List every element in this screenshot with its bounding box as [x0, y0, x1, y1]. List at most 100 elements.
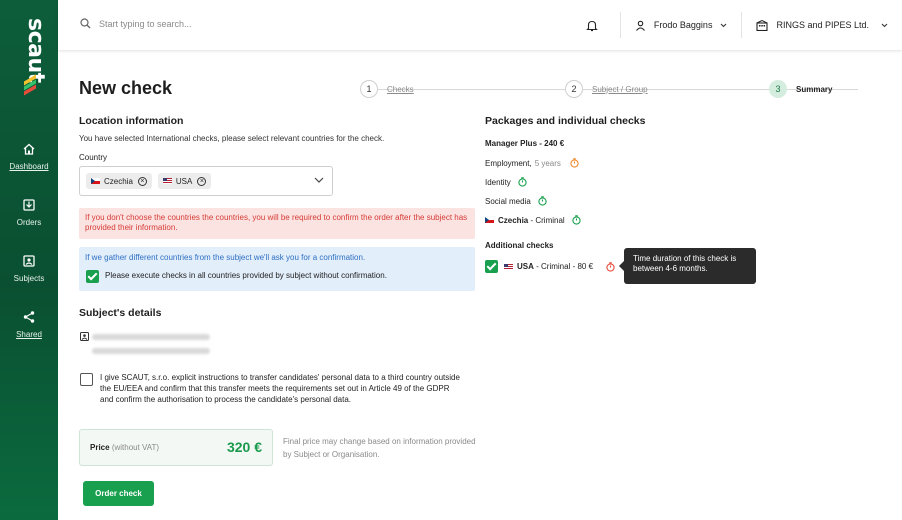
package-item-employment: Employment, 5 years	[485, 158, 579, 168]
additional-heading: Additional checks	[485, 241, 554, 250]
additional-item-usa: USA - Criminal - 80 €	[485, 260, 615, 273]
subject-heading: Subject's details	[79, 307, 162, 319]
top-right-controls: Frodo Baggins RINGS and PIPES Ltd.	[572, 0, 902, 50]
subjects-icon	[23, 255, 35, 267]
chip-label: USA	[175, 176, 193, 186]
gdpr-consent-checkbox[interactable]	[80, 373, 93, 386]
share-icon	[23, 311, 35, 323]
user-name: Frodo Baggins	[653, 20, 713, 30]
item-suffix: - Criminal - 80 €	[536, 262, 594, 271]
chevron-down-icon	[881, 23, 888, 27]
czech-flag-icon	[485, 217, 494, 223]
sidebar-item-shared[interactable]: Shared	[0, 310, 58, 339]
item-label: Social media	[485, 196, 531, 206]
search-input[interactable]: Start typing to search...	[99, 19, 192, 29]
duration-tooltip: Time duration of this check is between 4…	[619, 248, 756, 284]
step-number: 3	[769, 80, 787, 98]
confirm-checkbox[interactable]	[86, 270, 99, 283]
confirm-label: Please execute checks in all countries p…	[105, 271, 387, 280]
chevron-down-icon[interactable]	[314, 177, 324, 184]
price-value: 320 €	[226, 439, 262, 455]
package-item-czechia-criminal: Czechia - Criminal	[485, 215, 581, 225]
price-note: Final price may change based on informat…	[283, 437, 476, 459]
sidebar: scaut Dashboard Orders Subjects Shared	[0, 0, 58, 520]
timer-icon	[570, 158, 579, 168]
country-select[interactable]: Czechia × USA ×	[79, 166, 333, 196]
step-summary[interactable]: 3 Summary	[769, 80, 832, 98]
item-label: Identity	[485, 177, 511, 187]
item-suffix: - Criminal	[530, 215, 565, 225]
order-check-button[interactable]: Order check	[83, 481, 154, 506]
item-extra: 5 years	[534, 158, 561, 168]
location-heading: Location information	[79, 115, 184, 127]
timer-icon[interactable]	[606, 261, 615, 272]
step-number: 1	[360, 80, 378, 98]
orders-icon	[23, 199, 35, 211]
gdpr-consent-text: I give SCAUT, s.r.o. explicit instructio…	[100, 373, 460, 404]
id-card-icon	[80, 332, 89, 341]
step-number: 2	[565, 80, 583, 98]
sidebar-item-dashboard[interactable]: Dashboard	[0, 142, 58, 171]
info-text: If we gather different countries from th…	[85, 253, 366, 262]
step-subject-group[interactable]: 2 Subject / Group	[565, 80, 648, 98]
top-bar: Start typing to search... Frodo Baggins …	[58, 0, 902, 50]
location-intro: You have selected International checks, …	[79, 134, 385, 143]
package-item-identity: Identity	[485, 177, 527, 187]
sidebar-item-label: Dashboard	[9, 162, 49, 171]
packages-heading: Packages and individual checks	[485, 115, 646, 127]
usa-flag-icon	[162, 178, 172, 184]
price-label-suffix: (without VAT)	[111, 443, 160, 452]
step-label: Subject / Group	[592, 84, 648, 94]
price-box: Price (without VAT) 320 €	[79, 429, 273, 466]
country-label: Country	[79, 153, 108, 162]
country-chip-czechia[interactable]: Czechia ×	[86, 173, 152, 189]
building-icon	[756, 19, 769, 31]
scaut-logo[interactable]: scaut	[18, 16, 48, 96]
page-title: New check	[79, 78, 173, 98]
step-checks[interactable]: 1 Checks	[360, 80, 414, 98]
remove-chip-icon[interactable]: ×	[137, 176, 147, 186]
warning-alert: If you don't choose the countries the co…	[79, 208, 475, 239]
timer-icon	[518, 177, 527, 187]
logo-text: scaut	[23, 18, 48, 83]
subject-email-redacted	[92, 348, 210, 354]
search-icon	[80, 18, 91, 29]
user-icon	[635, 20, 645, 31]
main-content: New check 1 Checks 2 Subject / Group 3 S…	[58, 50, 902, 520]
country-chip-usa[interactable]: USA ×	[157, 173, 212, 189]
search-bar[interactable]: Start typing to search...	[80, 18, 192, 29]
company-name: RINGS and PIPES Ltd.	[776, 20, 869, 30]
stepper: 1 Checks 2 Subject / Group 3 Summary	[360, 80, 858, 98]
chevron-down-icon	[721, 23, 727, 27]
step-label: Checks	[387, 84, 414, 94]
sidebar-item-label: Orders	[16, 218, 42, 227]
usa-flag-icon	[504, 263, 513, 270]
sidebar-item-label: Shared	[16, 330, 42, 339]
package-name: Manager Plus - 240 €	[485, 139, 565, 148]
home-icon	[23, 143, 35, 155]
price-label-main: Price	[90, 443, 110, 452]
step-label: Summary	[796, 84, 833, 94]
sidebar-item-label: Subjects	[13, 274, 45, 283]
sidebar-item-subjects[interactable]: Subjects	[0, 254, 58, 283]
timer-icon	[572, 215, 581, 225]
chip-label: Czechia	[104, 176, 133, 186]
notifications-button[interactable]	[572, 12, 620, 38]
additional-check-checkbox[interactable]	[485, 260, 498, 273]
remove-chip-icon[interactable]: ×	[197, 176, 207, 186]
info-alert: If we gather different countries from th…	[79, 247, 475, 291]
price-label: Price (without VAT)	[90, 443, 159, 452]
item-label: Employment,	[485, 158, 532, 168]
user-menu[interactable]: Frodo Baggins	[619, 12, 742, 38]
package-item-social-media: Social media	[485, 196, 547, 206]
czech-flag-icon	[91, 178, 100, 184]
item-country: USA	[517, 262, 534, 271]
item-country: Czechia	[498, 215, 529, 225]
company-menu[interactable]: RINGS and PIPES Ltd.	[741, 12, 902, 38]
bell-icon	[586, 20, 598, 31]
logo-mark-icon	[24, 74, 36, 96]
app-root: scaut Dashboard Orders Subjects Shared S…	[0, 0, 902, 520]
subject-name-redacted	[92, 334, 210, 340]
timer-icon	[538, 196, 547, 206]
sidebar-item-orders[interactable]: Orders	[0, 198, 58, 227]
